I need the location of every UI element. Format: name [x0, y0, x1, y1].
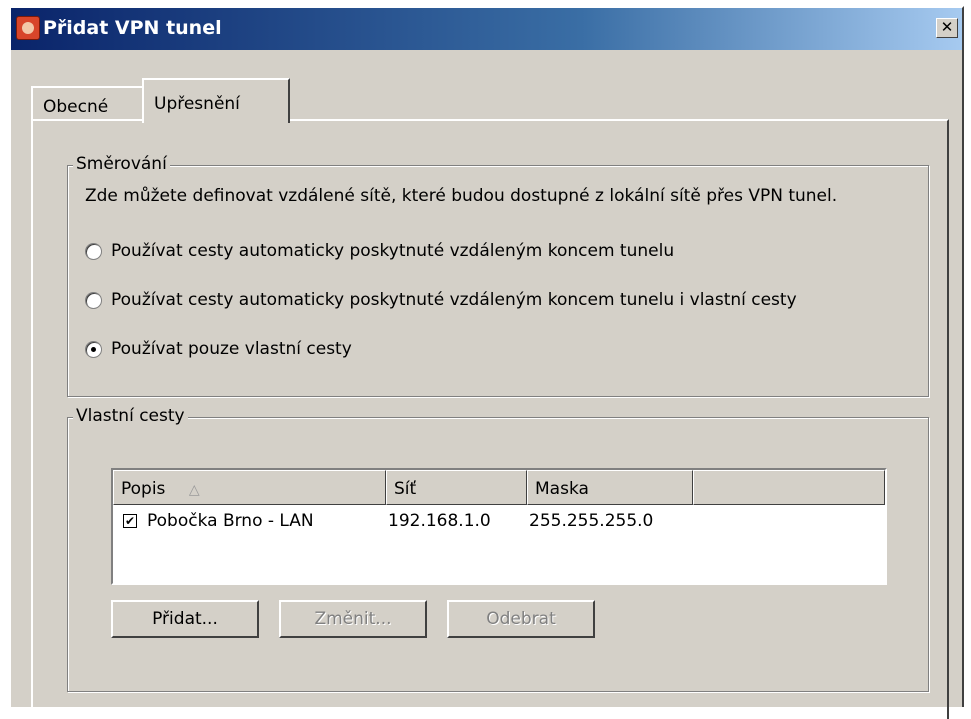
- tab-panel-advanced: Směrování Zde můžete definovat vzdálené …: [31, 119, 949, 719]
- list-header: Popis △ Síť Maska: [113, 470, 885, 505]
- column-header-description[interactable]: Popis △: [113, 470, 386, 505]
- route-description: Pobočka Brno - LAN: [147, 511, 314, 531]
- title-bar: Přidat VPN tunel ✕: [11, 8, 962, 50]
- routing-description: Zde můžete definovat vzdálené sítě, kter…: [85, 186, 838, 206]
- radio-button[interactable]: [85, 291, 102, 309]
- routing-legend: Směrování: [73, 154, 170, 174]
- column-header-empty[interactable]: [693, 470, 885, 505]
- route-mask: 255.255.255.0: [529, 511, 654, 531]
- routing-group: Směrování Zde můžete definovat vzdálené …: [67, 154, 929, 397]
- column-label: Popis: [121, 479, 166, 499]
- own-routes-group: Vlastní cesty Popis △ Síť Maska ✔ Pobočk…: [67, 406, 929, 692]
- remove-button[interactable]: Odebrat: [447, 600, 595, 638]
- edit-button[interactable]: Změnit...: [279, 600, 427, 638]
- routes-list[interactable]: Popis △ Síť Maska ✔ Pobočka Brno - LAN 1…: [111, 468, 887, 585]
- app-icon: [16, 16, 40, 40]
- radio-button[interactable]: [85, 242, 102, 260]
- radio-button-selected[interactable]: [85, 340, 102, 358]
- radio-option-auto-routes[interactable]: Používat cesty automaticky poskytnuté vz…: [85, 241, 674, 261]
- tab-general[interactable]: Obecné: [31, 86, 146, 119]
- radio-option-auto-and-custom-routes[interactable]: Používat cesty automaticky poskytnuté vz…: [85, 290, 797, 310]
- add-vpn-tunnel-dialog: Přidat VPN tunel ✕ Obecné Upřesnění Směr…: [9, 6, 964, 719]
- radio-label: Používat pouze vlastní cesty: [111, 339, 352, 359]
- radio-label: Používat cesty automaticky poskytnuté vz…: [111, 241, 675, 261]
- column-header-network[interactable]: Síť: [386, 470, 527, 505]
- column-header-mask[interactable]: Maska: [527, 470, 693, 505]
- table-row[interactable]: ✔ Pobočka Brno - LAN 192.168.1.0 255.255…: [113, 507, 885, 535]
- route-network: 192.168.1.0: [388, 511, 491, 531]
- radio-label: Používat cesty automaticky poskytnuté vz…: [111, 290, 797, 310]
- sort-ascending-icon: △: [188, 482, 200, 498]
- own-routes-legend: Vlastní cesty: [73, 406, 188, 426]
- close-button[interactable]: ✕: [936, 18, 958, 38]
- route-enabled-checkbox[interactable]: ✔: [123, 514, 137, 528]
- add-button[interactable]: Přidat...: [111, 600, 259, 638]
- tab-advanced[interactable]: Upřesnění: [142, 78, 290, 123]
- radio-option-custom-routes-only[interactable]: Používat pouze vlastní cesty: [85, 339, 352, 359]
- window-title: Přidat VPN tunel: [43, 17, 222, 39]
